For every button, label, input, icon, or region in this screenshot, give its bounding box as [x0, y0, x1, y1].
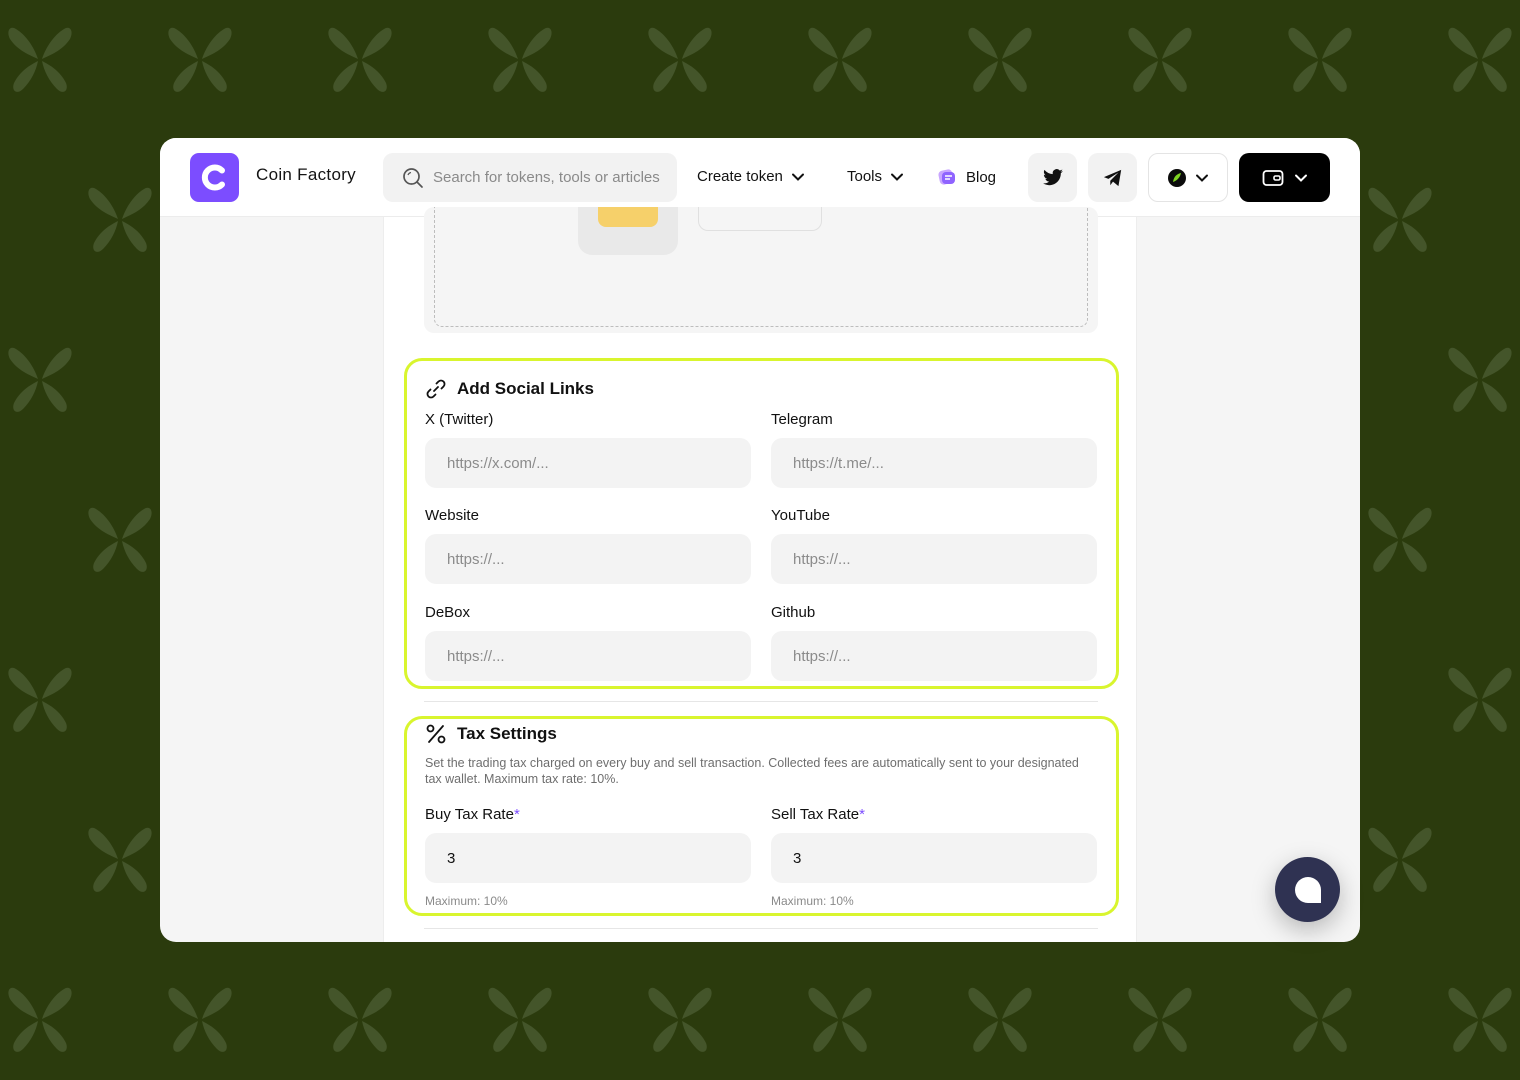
background-motif [1368, 827, 1432, 892]
github-input[interactable] [771, 631, 1097, 681]
buy-tax-input[interactable] [425, 833, 751, 883]
chevron-down-icon [1294, 174, 1307, 182]
background-motif [1448, 987, 1512, 1052]
nav-tools[interactable]: Tools [847, 168, 904, 185]
background-motif [1368, 507, 1432, 572]
section-divider [424, 701, 1098, 702]
tax-description: Set the trading tax charged on every buy… [425, 756, 1079, 786]
buy-tax-label-text: Buy Tax Rate [425, 806, 514, 823]
background-motif [1128, 987, 1192, 1052]
telegram-icon [1103, 169, 1121, 186]
nav-create-token[interactable]: Create token [697, 168, 805, 185]
social-links-title: Add Social Links [425, 378, 594, 400]
upload-button[interactable] [698, 207, 822, 231]
search-icon [403, 168, 423, 188]
network-icon [1168, 168, 1186, 187]
github-label: Github [771, 604, 816, 621]
percent-icon [426, 724, 446, 744]
background-motif [1128, 27, 1192, 92]
background-motif [488, 987, 552, 1052]
twitter-label: X (Twitter) [425, 411, 494, 428]
buy-tax-hint: Maximum: 10% [425, 894, 508, 908]
sell-tax-label: Sell Tax Rate* [771, 806, 865, 823]
debox-label: DeBox [425, 604, 471, 621]
youtube-input[interactable] [771, 534, 1097, 584]
telegram-button[interactable] [1088, 153, 1137, 202]
background-motif [1368, 187, 1432, 252]
website-input[interactable] [425, 534, 751, 584]
debox-input[interactable] [425, 631, 751, 681]
background-motif [88, 187, 152, 252]
required-marker: * [859, 806, 865, 823]
background-motif [168, 27, 232, 92]
background-motif [168, 987, 232, 1052]
background-motif [8, 667, 72, 732]
background-motif [648, 987, 712, 1052]
social-links-title-text: Add Social Links [457, 379, 594, 398]
twitter-input[interactable] [425, 438, 751, 488]
social-links-section: Add Social Links X (Twitter) Telegram We… [404, 358, 1119, 689]
background-motif [1448, 27, 1512, 92]
tax-settings-title-text: Tax Settings [457, 724, 557, 743]
background-motif [1288, 27, 1352, 92]
background-motif [1288, 987, 1352, 1052]
sell-tax-hint: Maximum: 10% [771, 894, 854, 908]
background-motif [88, 507, 152, 572]
search-box[interactable] [383, 153, 677, 202]
background-motif [1448, 667, 1512, 732]
background-motif [8, 347, 72, 412]
chat-support-button[interactable] [1275, 857, 1340, 922]
background-motif [808, 27, 872, 92]
telegram-label: Telegram [771, 411, 833, 428]
background-motif [328, 987, 392, 1052]
token-logo-preview [578, 207, 678, 255]
background-motif [328, 27, 392, 92]
telegram-input[interactable] [771, 438, 1097, 488]
chevron-down-icon [891, 173, 904, 181]
app-window: Coin Factory Create token Tools B [160, 138, 1360, 942]
tax-settings-section: Tax Settings Set the trading tax charged… [404, 716, 1119, 916]
form-panel: Add Social Links X (Twitter) Telegram We… [383, 207, 1137, 942]
chevron-down-icon [1196, 174, 1208, 182]
background-motif [968, 987, 1032, 1052]
background-motif [88, 827, 152, 892]
chat-bubble-icon [1294, 876, 1321, 903]
coin-factory-logo[interactable] [190, 153, 239, 202]
nav-blog[interactable]: Blog [936, 167, 996, 187]
brand-name[interactable]: Coin Factory [256, 165, 356, 185]
background-motif [648, 27, 712, 92]
background-motif [8, 27, 72, 92]
required-marker: * [513, 806, 520, 823]
tax-settings-title: Tax Settings [425, 723, 557, 745]
logo-upload-area[interactable] [424, 207, 1098, 333]
section-divider [424, 928, 1098, 929]
blog-icon [938, 169, 955, 185]
search-input[interactable] [433, 153, 673, 202]
twitter-button[interactable] [1028, 153, 1077, 202]
background-motif [488, 27, 552, 92]
background-motif [808, 987, 872, 1052]
background-motif [8, 987, 72, 1052]
buy-tax-label: Buy Tax Rate* [425, 806, 520, 823]
chevron-down-icon [791, 173, 804, 181]
wallet-button[interactable] [1239, 153, 1330, 202]
sell-tax-input[interactable] [771, 833, 1097, 883]
network-selector[interactable] [1148, 153, 1228, 202]
twitter-icon [1042, 168, 1063, 185]
top-navbar: Coin Factory Create token Tools B [160, 138, 1360, 217]
wallet-icon [1262, 169, 1283, 186]
nav-create-token-label: Create token [697, 168, 783, 185]
background-motif [1448, 347, 1512, 412]
link-icon [426, 379, 446, 399]
website-label: Website [425, 507, 479, 524]
nav-blog-label: Blog [966, 168, 997, 186]
nav-tools-label: Tools [847, 168, 883, 185]
background-motif [968, 27, 1032, 92]
youtube-label: YouTube [771, 507, 830, 524]
sell-tax-label-text: Sell Tax Rate [771, 806, 860, 823]
